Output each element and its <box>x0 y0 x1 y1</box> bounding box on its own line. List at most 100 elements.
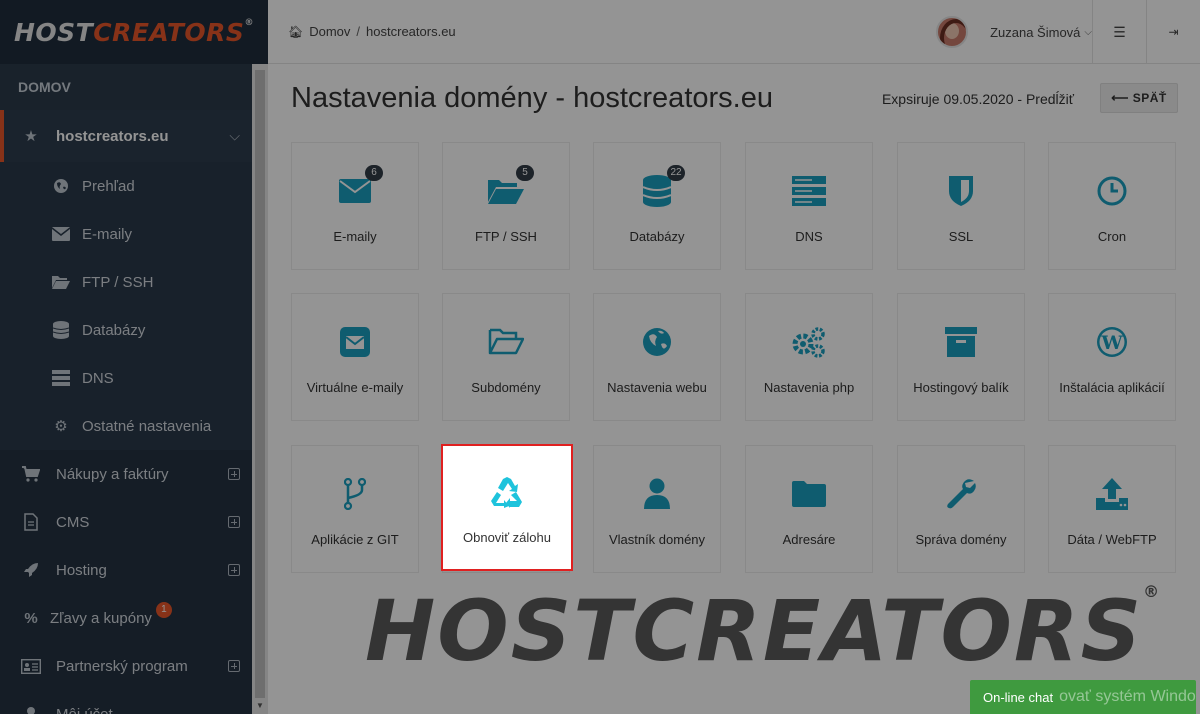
envelope-square-icon <box>331 322 379 362</box>
user-icon <box>633 474 681 514</box>
tile-label: Hostingový balík <box>913 380 1009 395</box>
gear-icon: ⚙ <box>54 418 68 435</box>
sidebar-item-label: Môj účet <box>56 705 113 714</box>
logo-creators: CREATORS <box>93 17 245 47</box>
tile-label: Vlastník domény <box>608 532 706 547</box>
tile-ftp-ssh[interactable]: 5 FTP / SSH <box>442 142 570 270</box>
tile-restore-backup[interactable]: Obnoviť zálohu <box>441 444 573 571</box>
logout-button[interactable]: ⇥ <box>1146 0 1200 64</box>
sidebar-item-partner[interactable]: Partnerský program <box>0 642 252 690</box>
recycle-icon <box>483 472 531 512</box>
svg-text:W: W <box>1100 332 1123 354</box>
tile-label: Správa domény <box>915 532 1007 547</box>
tile-hosting-package[interactable]: Hostingový balík <box>897 293 1025 421</box>
sign-out-icon: ⇥ <box>1168 25 1179 39</box>
scrollbar-thumb[interactable] <box>255 70 265 698</box>
tile-label: Virtuálne e-maily <box>306 380 404 395</box>
globe-icon <box>50 178 72 194</box>
tile-domain-owner[interactable]: Vlastník domény <box>593 445 721 573</box>
tile-app-install[interactable]: W Inštalácia aplikácií <box>1048 293 1176 421</box>
menu-toggle-button[interactable]: ☰ <box>1092 0 1146 64</box>
tile-label: Databázy <box>629 229 685 244</box>
tile-subdomains[interactable]: Subdomény <box>442 293 570 421</box>
sidebar-item-emails[interactable]: E-maily <box>0 210 252 258</box>
sidebar-item-label: Ostatné nastavenia <box>82 417 212 435</box>
sidebar-item-hosting[interactable]: Hosting <box>0 546 252 594</box>
tile-label: Dáta / WebFTP <box>1067 532 1157 547</box>
tile-web-settings[interactable]: Nastavenia webu <box>593 293 721 421</box>
shield-icon <box>937 171 985 211</box>
star-icon: ★ <box>24 128 38 145</box>
tile-data-webftp[interactable]: Dáta / WebFTP <box>1048 445 1176 573</box>
tile-php-settings[interactable]: Nastavenia php <box>745 293 873 421</box>
tile-label: Inštalácia aplikácií <box>1059 380 1165 395</box>
breadcrumb: 🏠︎ Domov / hostcreators.eu <box>288 24 456 39</box>
sidebar-item-account[interactable]: Môj účet <box>0 690 252 714</box>
sidebar-item-label: Hosting <box>56 561 107 579</box>
sidebar-scrollbar[interactable]: ▼ <box>252 64 268 714</box>
user-icon <box>20 706 42 714</box>
folder-outline-icon <box>482 322 530 362</box>
sidebar-item-label: DNS <box>82 369 114 387</box>
rocket-icon <box>20 562 42 578</box>
wrench-icon <box>937 474 985 514</box>
sidebar-item-overview[interactable]: Prehľad <box>0 162 252 210</box>
breadcrumb-home[interactable]: Domov <box>309 24 350 39</box>
tile-ssl[interactable]: SSL <box>897 142 1025 270</box>
sidebar-item-purchases[interactable]: Nákupy a faktúry <box>0 450 252 498</box>
folder-open-icon: 5 <box>482 165 534 211</box>
tile-label: Obnoviť zálohu <box>463 530 551 545</box>
scroll-down-arrow-icon[interactable]: ▼ <box>256 701 264 710</box>
database-icon: 22 <box>633 165 685 211</box>
tile-git-apps[interactable]: Aplikácie z GIT <box>291 445 419 573</box>
sidebar-item-label: hostcreators.eu <box>56 127 169 145</box>
tile-databases[interactable]: 22 Databázy <box>593 142 721 270</box>
expand-icon[interactable] <box>228 468 240 480</box>
sidebar-item-label: Nákupy a faktúry <box>56 465 169 483</box>
sidebar-item-ftp[interactable]: FTP / SSH <box>0 258 252 306</box>
tile-dns[interactable]: DNS <box>745 142 873 270</box>
sidebar-submenu: Prehľad E-maily FTP / SSH Databázy DNS ⚙… <box>0 162 252 450</box>
count-badge: 5 <box>516 165 534 181</box>
sidebar-item-cms[interactable]: CMS <box>0 498 252 546</box>
sidebar-item-domain[interactable]: ★ hostcreators.eu ⌵ <box>0 110 252 162</box>
user-menu[interactable]: Zuzana Šimová ⌵ <box>936 0 1092 64</box>
sidebar-item-label: Partnerský program <box>56 657 188 675</box>
back-button[interactable]: ⟵ SPÄŤ <box>1100 83 1178 113</box>
tile-directories[interactable]: Adresáre <box>745 445 873 573</box>
sidebar-item-discounts[interactable]: % Zľavy a kupóny 1 <box>0 594 252 642</box>
watermark-logo: HOSTCREATORS® <box>365 582 1161 680</box>
online-chat-button[interactable]: On-line chat ovať systém Windo <box>970 680 1196 714</box>
tile-label: Nastavenia php <box>763 380 855 395</box>
percent-icon: % <box>24 609 38 627</box>
logo[interactable]: HOSTCREATORS® <box>0 0 268 64</box>
count-badge: 22 <box>667 165 685 181</box>
count-badge: 6 <box>365 165 383 181</box>
tile-virtual-emails[interactable]: Virtuálne e-maily <box>291 293 419 421</box>
code-fork-icon <box>331 474 379 514</box>
tile-emails[interactable]: 6 E-maily <box>291 142 419 270</box>
expiry-text[interactable]: Expsiruje 09.05.2020 - Predĺžiť <box>882 91 1074 107</box>
gears-icon <box>785 322 833 362</box>
avatar[interactable] <box>936 16 969 48</box>
tile-label: DNS <box>795 229 823 244</box>
sidebar-item-other-settings[interactable]: ⚙ Ostatné nastavenia <box>0 402 252 450</box>
sidebar-item-databases[interactable]: Databázy <box>0 306 252 354</box>
expand-icon[interactable] <box>228 660 240 672</box>
sidebar-item-label: Zľavy a kupóny <box>50 609 152 627</box>
sidebar-item-label: FTP / SSH <box>82 273 154 291</box>
tile-cron[interactable]: Cron <box>1048 142 1176 270</box>
main-content: Nastavenia domény - hostcreators.eu Exps… <box>268 65 1200 714</box>
tile-label: FTP / SSH <box>475 229 537 244</box>
expand-icon[interactable] <box>228 516 240 528</box>
user-name[interactable]: Zuzana Šimová <box>990 25 1080 40</box>
sidebar-item-dns[interactable]: DNS <box>0 354 252 402</box>
logo-reg: ® <box>244 17 254 28</box>
watermark-reg: ® <box>1143 582 1162 601</box>
tile-label: SSL <box>948 229 974 244</box>
chevron-down-icon: ⌵ <box>229 127 240 144</box>
tile-domain-management[interactable]: Správa domény <box>897 445 1025 573</box>
expand-icon[interactable] <box>228 564 240 576</box>
sidebar-heading[interactable]: DOMOV <box>0 64 252 110</box>
hamburger-icon: ☰ <box>1113 23 1126 40</box>
